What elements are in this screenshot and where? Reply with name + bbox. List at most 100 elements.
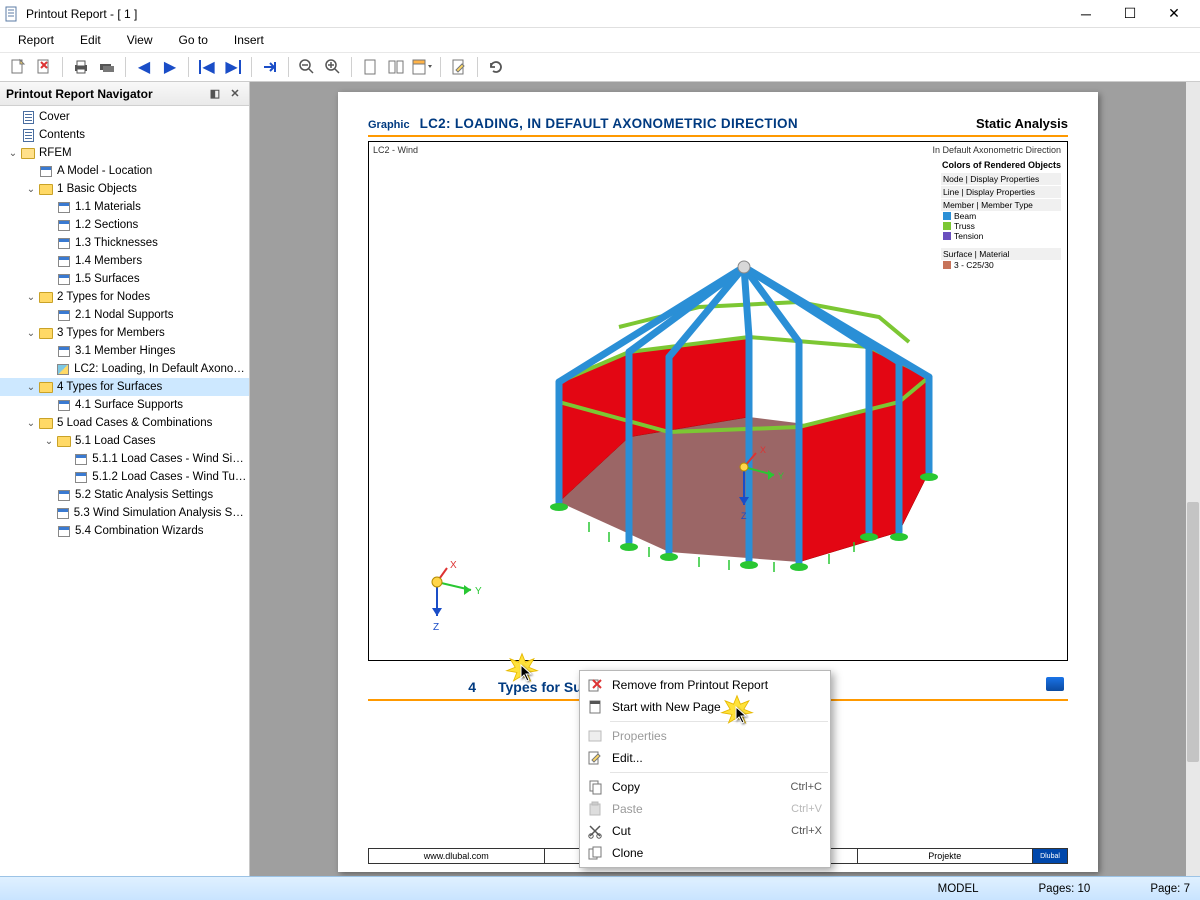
nav-next-icon[interactable]: ▶ — [158, 55, 182, 79]
tree-item[interactable]: 1.1 Materials — [0, 198, 249, 216]
tree-item-label: 5 Load Cases & Combinations — [57, 417, 212, 429]
image-icon — [56, 361, 72, 377]
toolbar: ◀ ▶ ◀ ▶ — [0, 52, 1200, 82]
tree-item[interactable]: ⌄2 Types for Nodes — [0, 288, 249, 306]
close-panel-icon[interactable]: ✕ — [227, 86, 243, 102]
folder-icon — [38, 415, 54, 431]
print-icon[interactable] — [69, 55, 93, 79]
tree-item[interactable]: ⌄ RFEM — [0, 144, 249, 162]
delete-report-icon[interactable] — [32, 55, 56, 79]
zoom-out-icon[interactable] — [295, 55, 319, 79]
remove-icon — [584, 677, 606, 693]
context-newpage[interactable]: Start with New Page — [580, 696, 830, 718]
tree-item[interactable]: ⌄ 5 Load Cases & Combinations — [0, 414, 249, 432]
edit-page-icon[interactable] — [447, 55, 471, 79]
page-icon[interactable] — [358, 55, 382, 79]
menubar: Report Edit View Go to Insert — [0, 28, 1200, 52]
legend-row: Truss — [941, 221, 1061, 231]
navigator-panel: Printout Report Navigator ◧ ✕ CoverConte… — [0, 82, 250, 886]
new-report-icon[interactable] — [6, 55, 30, 79]
tree-item[interactable]: Contents — [0, 126, 249, 144]
tree-item[interactable]: LC2: Loading, In Default Axonom… — [0, 360, 249, 378]
menu-view[interactable]: View — [115, 30, 165, 50]
table-icon — [56, 343, 72, 359]
tree-item-label: 5.1.1 Load Cases - Wind Sim… — [92, 453, 249, 465]
pin-icon[interactable]: ◧ — [207, 86, 223, 102]
menu-edit[interactable]: Edit — [68, 30, 113, 50]
navigator-title: Printout Report Navigator — [6, 87, 153, 101]
expand-icon[interactable]: ⌄ — [24, 184, 38, 195]
table-icon — [56, 397, 72, 413]
tree-item[interactable]: A Model - Location — [0, 162, 249, 180]
tree-item-label: 1.2 Sections — [75, 219, 138, 231]
nav-last-icon[interactable]: ▶ — [221, 55, 245, 79]
navigator-tree[interactable]: CoverContents ⌄ RFEM A Model - Location⌄1 B… — [0, 106, 249, 886]
context-label: Edit... — [606, 751, 822, 765]
tree-item-label: 1.3 Thicknesses — [75, 237, 158, 249]
refresh-icon[interactable] — [484, 55, 508, 79]
graphic-caption: LC2 - Wind — [373, 145, 418, 155]
context-label: Remove from Printout Report — [606, 678, 822, 692]
tree-item[interactable]: 5.4 Combination Wizards — [0, 522, 249, 540]
context-remove[interactable]: Remove from Printout Report — [580, 674, 830, 696]
menu-insert[interactable]: Insert — [222, 30, 276, 50]
svg-text:Y: Y — [475, 586, 482, 597]
context-menu[interactable]: Remove from Printout Report Start with Ne… — [579, 670, 831, 868]
tree-item[interactable]: ⌄1 Basic Objects — [0, 180, 249, 198]
zoom-in-icon[interactable] — [321, 55, 345, 79]
tree-item[interactable]: 1.5 Surfaces — [0, 270, 249, 288]
tree-item[interactable]: ⌄5.1 Load Cases — [0, 432, 249, 450]
tree-item[interactable]: ⌄4 Types for Surfaces — [0, 378, 249, 396]
tree-item[interactable]: ⌄3 Types for Members — [0, 324, 249, 342]
context-paste: PasteCtrl+V — [580, 798, 830, 820]
tree-item[interactable]: 3.1 Member Hinges — [0, 342, 249, 360]
minimize-button[interactable]: ─ — [1064, 1, 1108, 27]
expand-icon[interactable]: ⌄ — [42, 436, 56, 447]
nav-first-icon[interactable]: ◀ — [195, 55, 219, 79]
maximize-button[interactable]: ☐ — [1108, 1, 1152, 27]
nav-prev-icon[interactable]: ◀ — [132, 55, 156, 79]
tree-item[interactable]: 1.3 Thicknesses — [0, 234, 249, 252]
tree-item[interactable]: 5.3 Wind Simulation Analysis Sett… — [0, 504, 249, 522]
svg-text:X: X — [760, 445, 766, 455]
expand-icon[interactable]: ⌄ — [24, 382, 38, 393]
folder-icon — [38, 289, 54, 305]
legend-group: Line | Display Properties — [941, 186, 1061, 198]
expand-icon[interactable]: ⌄ — [24, 328, 38, 339]
tree-item[interactable]: 4.1 Surface Supports — [0, 396, 249, 414]
print-multi-icon[interactable] — [95, 55, 119, 79]
graphic-label: Graphic — [368, 119, 410, 131]
close-button[interactable]: ✕ — [1152, 1, 1196, 27]
layout-dropdown-icon[interactable] — [410, 55, 434, 79]
tree-item[interactable]: Cover — [0, 108, 249, 126]
expand-icon[interactable]: ⌄ — [24, 418, 38, 429]
tree-item[interactable]: 5.1.1 Load Cases - Wind Sim… — [0, 450, 249, 468]
color-swatch — [943, 212, 951, 220]
tree-item[interactable]: 2.1 Nodal Supports — [0, 306, 249, 324]
tree-item-label: 1.1 Materials — [75, 201, 141, 213]
tree-item[interactable]: 5.1.2 Load Cases - Wind Tun… — [0, 468, 249, 486]
status-pages: Pages: 10 — [1039, 883, 1091, 895]
page-icon — [20, 109, 36, 125]
graphic-box: LC2 - Wind In Default Axonometric Direct… — [368, 141, 1068, 661]
context-clone[interactable]: Clone — [580, 842, 830, 864]
table-icon — [56, 199, 72, 215]
menu-report[interactable]: Report — [6, 30, 66, 50]
menu-goto[interactable]: Go to — [167, 30, 220, 50]
context-edit[interactable]: Edit... — [580, 747, 830, 769]
context-copy[interactable]: CopyCtrl+C — [580, 776, 830, 798]
goto-icon[interactable] — [258, 55, 282, 79]
expand-icon[interactable]: ⌄ — [24, 292, 38, 303]
tree-item-label: 5.4 Combination Wizards — [75, 525, 203, 537]
context-cut[interactable]: CutCtrl+X — [580, 820, 830, 842]
tree-item[interactable]: 1.4 Members — [0, 252, 249, 270]
pages-icon[interactable] — [384, 55, 408, 79]
tree-item[interactable]: 1.2 Sections — [0, 216, 249, 234]
legend-row: 3 - C25/30 — [941, 260, 1061, 270]
scroll-thumb[interactable] — [1187, 502, 1199, 762]
table-icon — [56, 271, 72, 287]
tree-item-label: RFEM — [39, 147, 72, 159]
tree-item[interactable]: 5.2 Static Analysis Settings — [0, 486, 249, 504]
expand-icon[interactable]: ⌄ — [6, 148, 20, 159]
vertical-scrollbar[interactable] — [1186, 82, 1200, 886]
